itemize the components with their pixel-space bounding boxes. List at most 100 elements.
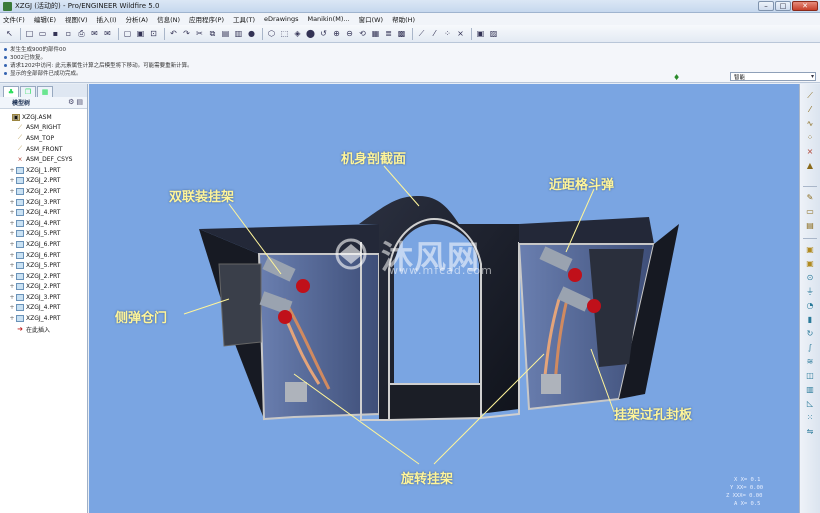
menu-edit[interactable]: 编辑(E) (34, 14, 56, 24)
analysis-feature-icon[interactable]: ▲ (804, 160, 816, 171)
revolve-icon[interactable]: ↻ (804, 328, 816, 339)
sweep-icon[interactable]: ∫ (804, 342, 816, 353)
rib-icon[interactable]: ▥ (804, 384, 816, 395)
datum-plane-icon[interactable]: ⟋ (804, 90, 816, 101)
menu-file[interactable]: 文件(F) (3, 14, 25, 24)
tree-row[interactable]: ⟋ ASM_TOP (0, 133, 87, 144)
expand-icon[interactable]: + (8, 167, 16, 174)
datum-points-toggle-icon[interactable]: ⁘ (442, 28, 453, 39)
view-manager-icon[interactable]: ▩ (396, 28, 407, 39)
sketched-curve-icon[interactable]: ∿ (804, 118, 816, 129)
expand-icon[interactable]: + (8, 294, 16, 301)
expand-icon[interactable]: + (8, 252, 16, 259)
menu-view[interactable]: 视图(V) (65, 14, 88, 24)
close-button[interactable]: ✕ (792, 1, 818, 11)
redo-icon[interactable]: ↷ (181, 28, 192, 39)
menu-info[interactable]: 信息(N) (157, 14, 180, 24)
menu-applications[interactable]: 应用程序(P) (189, 14, 224, 24)
expand-icon[interactable]: + (8, 220, 16, 227)
reorient-icon[interactable]: ⟲ (357, 28, 368, 39)
layers-tab-icon[interactable]: ❐ (20, 86, 36, 97)
datum-axes-toggle-icon[interactable]: ⁄ (429, 28, 440, 39)
email-icon[interactable]: ✉ (89, 28, 100, 39)
tree-row[interactable]: + XZGJ_3.PRT (0, 292, 87, 303)
tree-row[interactable]: ➜ 在此插入 (0, 324, 87, 335)
hole-icon[interactable]: ⊙ (804, 272, 816, 283)
minimize-button[interactable]: – (758, 1, 774, 11)
display-style-icon[interactable]: ◈ (292, 28, 303, 39)
expand-icon[interactable]: + (8, 177, 16, 184)
shading-icon[interactable]: ⬤ (305, 28, 316, 39)
reference-icon[interactable]: ▭ (804, 206, 816, 217)
zoom-out-icon[interactable]: ⊖ (344, 28, 355, 39)
tree-row[interactable]: + XZGJ_4.PRT (0, 218, 87, 229)
tree-row[interactable]: + XZGJ_2.PRT (0, 282, 87, 293)
select-box-icon[interactable]: ⬚ (279, 28, 290, 39)
settings-icon[interactable]: ⚙ (68, 98, 74, 106)
round-icon[interactable]: ◔ (804, 300, 816, 311)
extrude-icon[interactable]: ▮ (804, 314, 816, 325)
tree-row[interactable]: + XZGJ_2.PRT (0, 271, 87, 282)
menu-tools[interactable]: 工具(T) (233, 14, 255, 24)
undo-icon[interactable]: ↶ (168, 28, 179, 39)
cut-icon[interactable]: ✂ (194, 28, 205, 39)
tree-row[interactable]: + XZGJ_6.PRT (0, 250, 87, 261)
funnel-icon[interactable]: ⏚ (804, 286, 816, 297)
maximize-button[interactable]: □ (775, 1, 791, 11)
tree-row[interactable]: + XZGJ_5.PRT (0, 229, 87, 240)
spin-center-icon[interactable]: ▨ (488, 28, 499, 39)
window-icon[interactable]: ▢ (122, 28, 133, 39)
activate-window-icon[interactable]: ▣ (135, 28, 146, 39)
menu-analysis[interactable]: 分析(A) (126, 14, 149, 24)
save-copy-icon[interactable]: ▫ (63, 28, 74, 39)
expand-icon[interactable]: + (8, 241, 16, 248)
graphics-window[interactable]: 沐风网 www.mfcad.com 机身剖截面 双联装挂架 近距格斗弹 侧弹仓门… (89, 84, 799, 513)
whats-this-icon[interactable]: ↖ (4, 28, 15, 39)
folder-tab-icon[interactable]: ▦ (37, 86, 53, 97)
tree-row[interactable]: + XZGJ_5.PRT (0, 260, 87, 271)
datum-point-icon[interactable]: ⁘ (804, 132, 816, 143)
tree-row[interactable]: + XZGJ_4.PRT (0, 207, 87, 218)
tree-row[interactable]: + XZGJ_4.PRT (0, 303, 87, 314)
tree-row[interactable]: + XZGJ_6.PRT (0, 239, 87, 250)
zoom-in-icon[interactable]: ⊕ (331, 28, 342, 39)
csys-toggle-icon[interactable]: ⨯ (455, 28, 466, 39)
show-icon[interactable]: ▤ (76, 98, 83, 106)
model-tree-tab-icon[interactable]: ♣ (3, 86, 19, 97)
expand-icon[interactable]: + (8, 188, 16, 195)
expand-icon[interactable]: + (8, 262, 16, 269)
refit-icon[interactable]: ↺ (318, 28, 329, 39)
expand-icon[interactable]: + (8, 209, 16, 216)
tree-row[interactable]: + XZGJ_3.PRT (0, 197, 87, 208)
menu-manikin[interactable]: Manikin(M)... (307, 15, 349, 23)
tree-row[interactable]: + XZGJ_2.PRT (0, 186, 87, 197)
tree-row[interactable]: + XZGJ_4.PRT (0, 313, 87, 324)
create-component-icon[interactable]: ▣ (804, 258, 816, 269)
regen-status-icon[interactable]: ♦ (673, 73, 680, 82)
shell-icon[interactable]: ◫ (804, 370, 816, 381)
close-window-icon[interactable]: ⊡ (148, 28, 159, 39)
menu-help[interactable]: 帮助(H) (392, 14, 415, 24)
find-icon[interactable]: ⬡ (266, 28, 277, 39)
open-folder-icon[interactable]: ▭ (37, 28, 48, 39)
layers-icon[interactable]: ≣ (383, 28, 394, 39)
menu-edrawings[interactable]: eDrawings (264, 15, 298, 23)
saved-views-icon[interactable]: ▦ (370, 28, 381, 39)
expand-icon[interactable]: + (8, 230, 16, 237)
blend-icon[interactable]: ≋ (804, 356, 816, 367)
expand-icon[interactable]: + (8, 199, 16, 206)
mirror-icon[interactable]: ⇋ (804, 426, 816, 437)
sketch-icon[interactable]: ✎ (804, 192, 816, 203)
paste-icon[interactable]: ▤ (220, 28, 231, 39)
tree-row[interactable]: ⟋ ASM_RIGHT (0, 123, 87, 134)
tree-row[interactable]: + XZGJ_2.PRT (0, 176, 87, 187)
datum-axis-icon[interactable]: ⁄ (804, 104, 816, 115)
selection-filter-select[interactable]: 智能 ▾ (730, 72, 816, 81)
annotation-icon[interactable]: ▤ (804, 220, 816, 231)
tree-row[interactable]: ▣ XZGJ.ASM (0, 112, 87, 123)
save-icon[interactable]: ▪ (50, 28, 61, 39)
menu-insert[interactable]: 插入(I) (97, 14, 117, 24)
annotation-display-icon[interactable]: ▣ (475, 28, 486, 39)
draft-icon[interactable]: ◺ (804, 398, 816, 409)
expand-icon[interactable]: + (8, 315, 16, 322)
